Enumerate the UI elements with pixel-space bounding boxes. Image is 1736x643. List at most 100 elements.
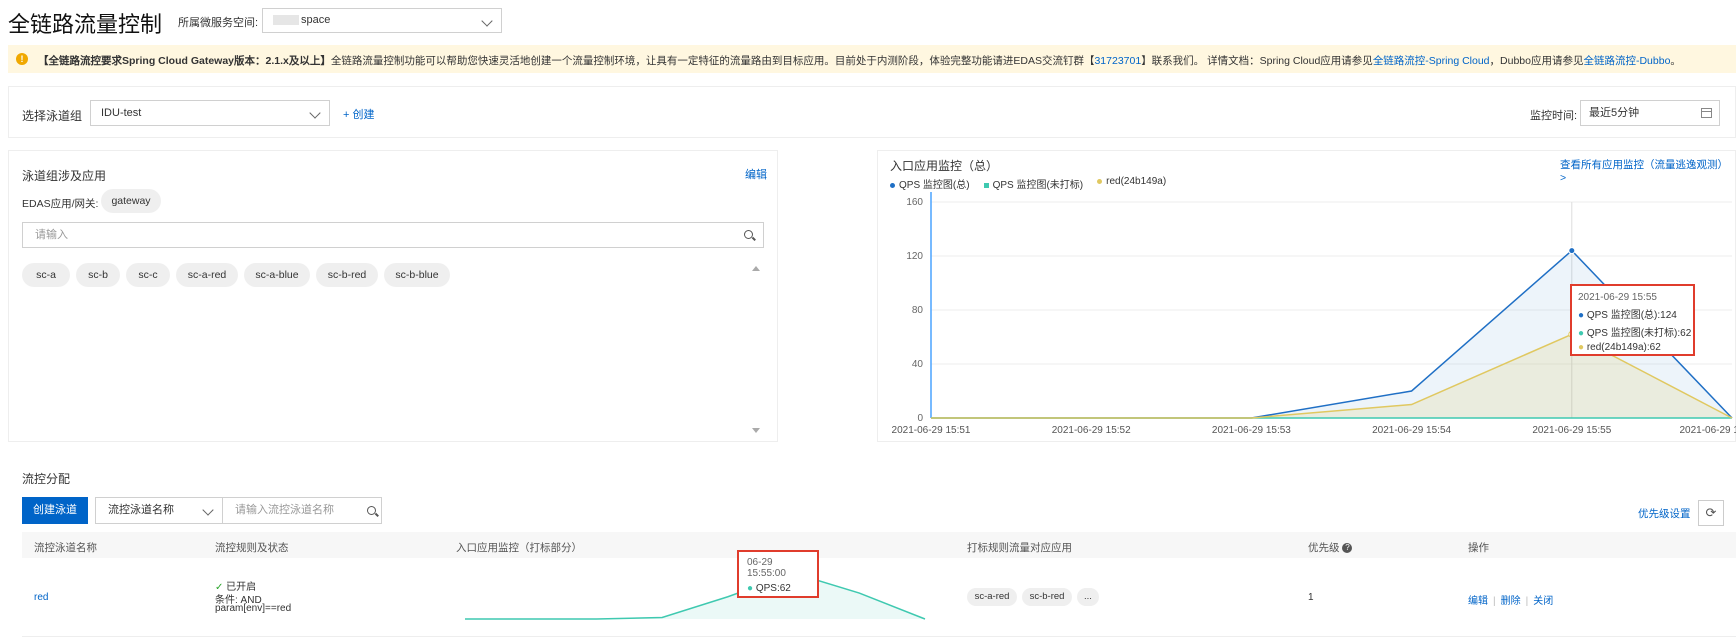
priority-header-label: 优先级 bbox=[1308, 542, 1340, 554]
x-tick-label: 2021-06-29 15:54 bbox=[1372, 425, 1451, 436]
column-header-priority: 优先级 ? bbox=[1308, 540, 1353, 555]
tooltip-value: red(24b149a):62 bbox=[1586, 342, 1661, 353]
namespace-value: space bbox=[301, 14, 331, 26]
y-tick-label: 160 bbox=[906, 197, 923, 208]
rule-expression: param[env]==red bbox=[215, 603, 292, 614]
tooltip-dot: ● bbox=[1578, 310, 1587, 321]
sparkline-tooltip-time: 06-29 15:55:00 bbox=[747, 557, 786, 579]
apps-panel-title: 泳道组涉及应用 bbox=[22, 169, 107, 183]
notice-banner: ! 【全链路流控要求Spring Cloud Gateway版本：2.1.x及以… bbox=[8, 45, 1736, 73]
edit-apps-link[interactable]: 编辑 bbox=[745, 166, 767, 182]
notice-body: 全链路流量控制功能可以帮助您快速灵活地创建一个流量控制环境，让具有一定特征的流量… bbox=[330, 55, 1095, 67]
app-tag-sc-a[interactable]: sc-a bbox=[22, 263, 70, 287]
tagged-app-tag: sc-b-red bbox=[1022, 588, 1072, 606]
sparkline-tooltip: 06-29 15:55:00 ● QPS:62 bbox=[737, 550, 819, 598]
tooltip-dot: ● bbox=[1578, 328, 1587, 339]
notice-text: 【全链路流控要求Spring Cloud Gateway版本：2.1.x及以上】… bbox=[38, 53, 1681, 68]
tooltip-row: ● QPS 监控图(总):124 bbox=[1578, 306, 1687, 321]
legend-dot bbox=[890, 182, 895, 188]
delete-lane-link[interactable]: 删除 bbox=[1501, 596, 1521, 607]
chevron-right-icon: > bbox=[1560, 172, 1567, 184]
notice-bold: 【全链路流控要求Spring Cloud Gateway版本：2.1.x及以上】 bbox=[38, 55, 331, 67]
chevron-down-icon bbox=[202, 504, 214, 516]
notice-body-3: ，Dubbo应用请参见 bbox=[1489, 55, 1584, 67]
lane-group-value: IDU-test bbox=[101, 107, 142, 119]
gateway-tag[interactable]: gateway bbox=[101, 189, 161, 213]
app-tag-sc-b[interactable]: sc-b bbox=[76, 263, 120, 287]
lane-group-label: 选择泳道组 bbox=[22, 109, 83, 123]
row-actions: 编辑 | 删除 | 关闭 bbox=[1468, 596, 1554, 607]
column-header-rule-status: 流控规则及状态 bbox=[215, 542, 289, 554]
view-all-monitor-link[interactable]: 查看所有应用监控（流量逃逸观测） > bbox=[1560, 157, 1736, 184]
sparkline-tooltip-row: ● QPS:62 bbox=[747, 583, 809, 594]
apps-search-input[interactable]: 请输入 bbox=[22, 222, 764, 248]
doc-link-dubbo[interactable]: 全链路流控-Dubbo bbox=[1583, 55, 1670, 67]
data-point bbox=[1568, 247, 1576, 255]
redacted-text bbox=[273, 15, 299, 26]
refresh-button[interactable]: ⟳ bbox=[1698, 500, 1724, 526]
priority-setting-link[interactable]: 优先级设置 bbox=[1638, 506, 1691, 521]
close-lane-link[interactable]: 关闭 bbox=[1533, 596, 1553, 607]
tooltip-row: ● red(24b149a):62 bbox=[1578, 342, 1687, 353]
scroll-down-icon[interactable] bbox=[752, 428, 760, 433]
monitor-panel-title: 入口应用监控（总） bbox=[890, 159, 999, 173]
app-tag-sc-b-blue[interactable]: sc-b-blue bbox=[384, 263, 450, 287]
namespace-select[interactable]: space bbox=[262, 8, 502, 33]
help-icon[interactable]: ? bbox=[1342, 543, 1353, 554]
notice-body-4: 。 bbox=[1670, 55, 1681, 67]
legend-label: red(24b149a) bbox=[1106, 176, 1167, 187]
doc-link-spring-cloud[interactable]: 全链路流控-Spring Cloud bbox=[1373, 55, 1490, 67]
lane-group-select[interactable]: IDU-test bbox=[90, 100, 330, 126]
monitor-time-value: 最近5分钟 bbox=[1589, 107, 1640, 119]
legend-dot bbox=[1097, 178, 1103, 184]
view-all-label: 查看所有应用监控（流量逃逸观测） bbox=[1560, 159, 1728, 171]
page-title: 全链路流量控制 bbox=[8, 12, 163, 37]
calendar-icon bbox=[1701, 108, 1712, 118]
monitor-time-picker[interactable]: 最近5分钟 bbox=[1580, 100, 1720, 126]
create-lane-button[interactable]: 创建泳道 bbox=[22, 497, 88, 524]
chevron-down-icon bbox=[309, 107, 321, 119]
lane-filter-select[interactable]: 流控泳道名称 bbox=[95, 497, 223, 524]
app-tag-sc-c[interactable]: sc-c bbox=[126, 263, 170, 287]
tooltip-value: QPS 监控图(未打标):62 bbox=[1586, 328, 1692, 339]
sparkline-area bbox=[465, 573, 925, 619]
legend-item-red[interactable]: red(24b149a) bbox=[1097, 176, 1166, 191]
edas-label: EDAS应用/网关: bbox=[22, 198, 99, 210]
notice-body-2: 】联系我们。 详情文档：Spring Cloud应用请参见 bbox=[1141, 55, 1373, 67]
scroll-up-icon[interactable] bbox=[752, 266, 760, 271]
more-apps-tag[interactable]: ... bbox=[1077, 588, 1099, 606]
edit-lane-link[interactable]: 编辑 bbox=[1468, 596, 1488, 607]
app-tag-sc-a-blue[interactable]: sc-a-blue bbox=[244, 263, 310, 287]
y-tick-label: 120 bbox=[906, 251, 923, 262]
legend-item-total[interactable]: QPS 监控图(总) bbox=[890, 176, 970, 191]
monitor-time-label: 监控时间: bbox=[1530, 110, 1578, 122]
tooltip-dot: ● bbox=[1578, 342, 1587, 353]
flow-section-title: 流控分配 bbox=[22, 472, 71, 486]
lane-filter-value: 流控泳道名称 bbox=[108, 504, 174, 516]
column-header-actions: 操作 bbox=[1468, 542, 1489, 554]
namespace-label: 所属微服务空间: bbox=[178, 17, 259, 29]
lane-search-placeholder: 请输入流控泳道名称 bbox=[235, 504, 334, 516]
chevron-down-icon bbox=[481, 15, 493, 27]
lane-search-input[interactable]: 请输入流控泳道名称 bbox=[222, 497, 382, 524]
x-tick-label: 2021-06-29 15:51 bbox=[892, 425, 971, 436]
warning-icon: ! bbox=[16, 53, 28, 65]
lane-name-link[interactable]: red bbox=[34, 592, 48, 603]
group-id-link[interactable]: 31723701 bbox=[1094, 55, 1141, 67]
tooltip-value: QPS 监控图(总):124 bbox=[1586, 310, 1677, 321]
app-tag-sc-a-red[interactable]: sc-a-red bbox=[176, 263, 238, 287]
apps-search-placeholder: 请输入 bbox=[35, 229, 68, 241]
x-tick-label: 2021-06-29 15 bbox=[1679, 425, 1736, 436]
app-tag-sc-b-red[interactable]: sc-b-red bbox=[316, 263, 378, 287]
chart-legend: QPS 监控图(总) QPS 监控图(未打标) red(24b149a) bbox=[890, 176, 1166, 191]
y-tick-label: 40 bbox=[912, 359, 924, 370]
search-icon[interactable] bbox=[744, 230, 753, 239]
legend-item-untagged[interactable]: QPS 监控图(未打标) bbox=[983, 176, 1083, 191]
sparkline-tooltip-value: QPS:62 bbox=[755, 583, 791, 594]
column-header-lane-name: 流控泳道名称 bbox=[34, 542, 97, 554]
entry-monitor-sparkline[interactable] bbox=[460, 565, 930, 625]
legend-dot bbox=[983, 182, 989, 188]
search-icon[interactable] bbox=[367, 506, 376, 515]
create-lane-group-link[interactable]: + 创建 bbox=[343, 106, 374, 122]
row-divider bbox=[22, 636, 1736, 637]
